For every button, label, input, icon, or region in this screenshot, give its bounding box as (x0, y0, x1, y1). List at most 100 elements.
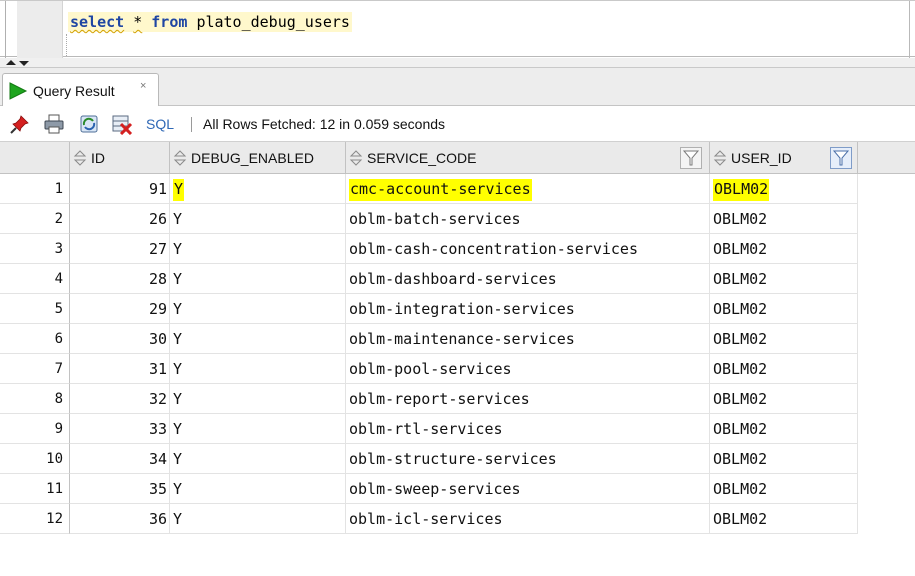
table-row[interactable]: 1 91 Ycmc-account-services OBLM02 (0, 174, 858, 204)
cell-service-code[interactable]: oblm-maintenance-services (346, 324, 710, 354)
cell-value: OBLM02 (713, 270, 768, 288)
table-row[interactable]: 6 30 Yoblm-maintenance-services OBLM02 (0, 324, 858, 354)
table-row[interactable]: 12 36 Yoblm-icl-services OBLM02 (0, 504, 858, 534)
cell-service-code[interactable]: oblm-report-services (346, 384, 710, 414)
cell-debug-enabled[interactable]: Y (170, 294, 346, 324)
cell-id[interactable]: 27 (70, 234, 170, 264)
tab-label: Query Result (33, 83, 115, 99)
row-number: 7 (0, 354, 70, 384)
cell-value: Y (173, 179, 185, 201)
table-row[interactable]: 7 31 Yoblm-pool-services OBLM02 (0, 354, 858, 384)
splitter-arrows-icon[interactable] (4, 58, 40, 68)
pane-splitter[interactable] (0, 58, 915, 68)
table-row[interactable]: 3 27 Yoblm-cash-concentration-services OBLM… (0, 234, 858, 264)
sort-icon[interactable] (348, 150, 364, 166)
cell-value: OBLM02 (713, 210, 768, 228)
cell-id[interactable]: 31 (70, 354, 170, 384)
cell-service-code[interactable]: oblm-batch-services (346, 204, 710, 234)
cell-value: Y (173, 510, 183, 528)
cell-user-id[interactable]: OBLM02 (710, 294, 858, 324)
cell-id[interactable]: 30 (70, 324, 170, 354)
cell-user-id[interactable]: OBLM02 (710, 444, 858, 474)
column-header-user-id[interactable]: USER_ID (710, 142, 858, 174)
cell-service-code[interactable]: oblm-cash-concentration-services (346, 234, 710, 264)
filter-icon[interactable] (680, 147, 702, 169)
cell-service-code[interactable]: oblm-pool-services (346, 354, 710, 384)
row-number: 4 (0, 264, 70, 294)
cell-user-id[interactable]: OBLM02 (710, 414, 858, 444)
cell-value: oblm-integration-services (349, 300, 575, 318)
cell-service-code[interactable]: oblm-rtl-services (346, 414, 710, 444)
cell-id[interactable]: 29 (70, 294, 170, 324)
sql-statement[interactable]: select * from plato_debug_users (68, 12, 352, 32)
cell-service-code[interactable]: cmc-account-services (346, 174, 710, 204)
table-row[interactable]: 8 32 Yoblm-report-services OBLM02 (0, 384, 858, 414)
column-header-label: SERVICE_CODE (367, 150, 477, 166)
cell-id[interactable]: 34 (70, 444, 170, 474)
cell-value: OBLM02 (713, 390, 768, 408)
column-header-service-code[interactable]: SERVICE_CODE (346, 142, 710, 174)
column-header-debug-enabled[interactable]: DEBUG_ENABLED (170, 142, 346, 174)
cell-user-id[interactable]: OBLM02 (710, 384, 858, 414)
row-number: 9 (0, 414, 70, 444)
cell-user-id[interactable]: OBLM02 (710, 264, 858, 294)
cell-service-code[interactable]: oblm-integration-services (346, 294, 710, 324)
close-icon[interactable]: × (140, 80, 146, 92)
cell-id[interactable]: 91 (70, 174, 170, 204)
cell-debug-enabled[interactable]: Y (170, 234, 346, 264)
row-number: 6 (0, 324, 70, 354)
table-row[interactable]: 9 33 Yoblm-rtl-services OBLM02 (0, 414, 858, 444)
cell-value: OBLM02 (713, 179, 770, 201)
table-row[interactable]: 5 29 Yoblm-integration-services OBLM02 (0, 294, 858, 324)
cell-service-code[interactable]: oblm-icl-services (346, 504, 710, 534)
cell-value: oblm-cash-concentration-services (349, 240, 638, 258)
column-header-id[interactable]: ID (70, 142, 170, 174)
cell-user-id[interactable]: OBLM02 (710, 474, 858, 504)
cell-id[interactable]: 35 (70, 474, 170, 504)
cell-id[interactable]: 33 (70, 414, 170, 444)
cell-debug-enabled[interactable]: Y (170, 204, 346, 234)
table-row[interactable]: 2 26 Yoblm-batch-services OBLM02 (0, 204, 858, 234)
cell-service-code[interactable]: oblm-dashboard-services (346, 264, 710, 294)
cell-debug-enabled[interactable]: Y (170, 324, 346, 354)
sql-editor[interactable]: select * from plato_debug_users (0, 0, 915, 58)
cell-debug-enabled[interactable]: Y (170, 474, 346, 504)
table-row[interactable]: 10 34 Yoblm-structure-services OBLM02 (0, 444, 858, 474)
cell-debug-enabled[interactable]: Y (170, 414, 346, 444)
pin-icon[interactable] (9, 113, 31, 135)
cell-id[interactable]: 28 (70, 264, 170, 294)
cell-id[interactable]: 26 (70, 204, 170, 234)
cell-service-code[interactable]: oblm-sweep-services (346, 474, 710, 504)
sql-link[interactable]: SQL (146, 116, 174, 132)
cell-user-id[interactable]: OBLM02 (710, 174, 858, 204)
table-row[interactable]: 11 35 Yoblm-sweep-services OBLM02 (0, 474, 858, 504)
refresh-icon[interactable] (78, 113, 100, 135)
cancel-query-icon[interactable] (111, 113, 133, 135)
result-tab-strip: Query Result × (0, 68, 915, 107)
sort-icon[interactable] (72, 150, 88, 166)
cell-value: oblm-icl-services (349, 510, 503, 528)
cell-user-id[interactable]: OBLM02 (710, 504, 858, 534)
cell-user-id[interactable]: OBLM02 (710, 204, 858, 234)
editor-left-margin (5, 1, 6, 58)
cell-debug-enabled[interactable]: Y (170, 444, 346, 474)
tab-query-result[interactable]: Query Result × (2, 73, 159, 107)
cell-debug-enabled[interactable]: Y (170, 384, 346, 414)
sort-icon[interactable] (172, 150, 188, 166)
cell-debug-enabled[interactable]: Y (170, 264, 346, 294)
cell-id[interactable]: 32 (70, 384, 170, 414)
cell-id[interactable]: 36 (70, 504, 170, 534)
cell-debug-enabled[interactable]: Y (170, 174, 346, 204)
cell-user-id[interactable]: OBLM02 (710, 324, 858, 354)
sort-icon[interactable] (712, 150, 728, 166)
cell-debug-enabled[interactable]: Y (170, 504, 346, 534)
cell-value: Y (173, 330, 183, 348)
filter-icon[interactable] (830, 147, 852, 169)
cell-service-code[interactable]: oblm-structure-services (346, 444, 710, 474)
cell-user-id[interactable]: OBLM02 (710, 354, 858, 384)
table-row[interactable]: 4 28 Yoblm-dashboard-services OBLM02 (0, 264, 858, 294)
cell-user-id[interactable]: OBLM02 (710, 234, 858, 264)
cell-debug-enabled[interactable]: Y (170, 354, 346, 384)
print-icon[interactable] (43, 113, 65, 135)
result-grid[interactable]: ID DEBUG_ENABLED SERVICE_CODE USER_ID 19… (0, 142, 915, 576)
